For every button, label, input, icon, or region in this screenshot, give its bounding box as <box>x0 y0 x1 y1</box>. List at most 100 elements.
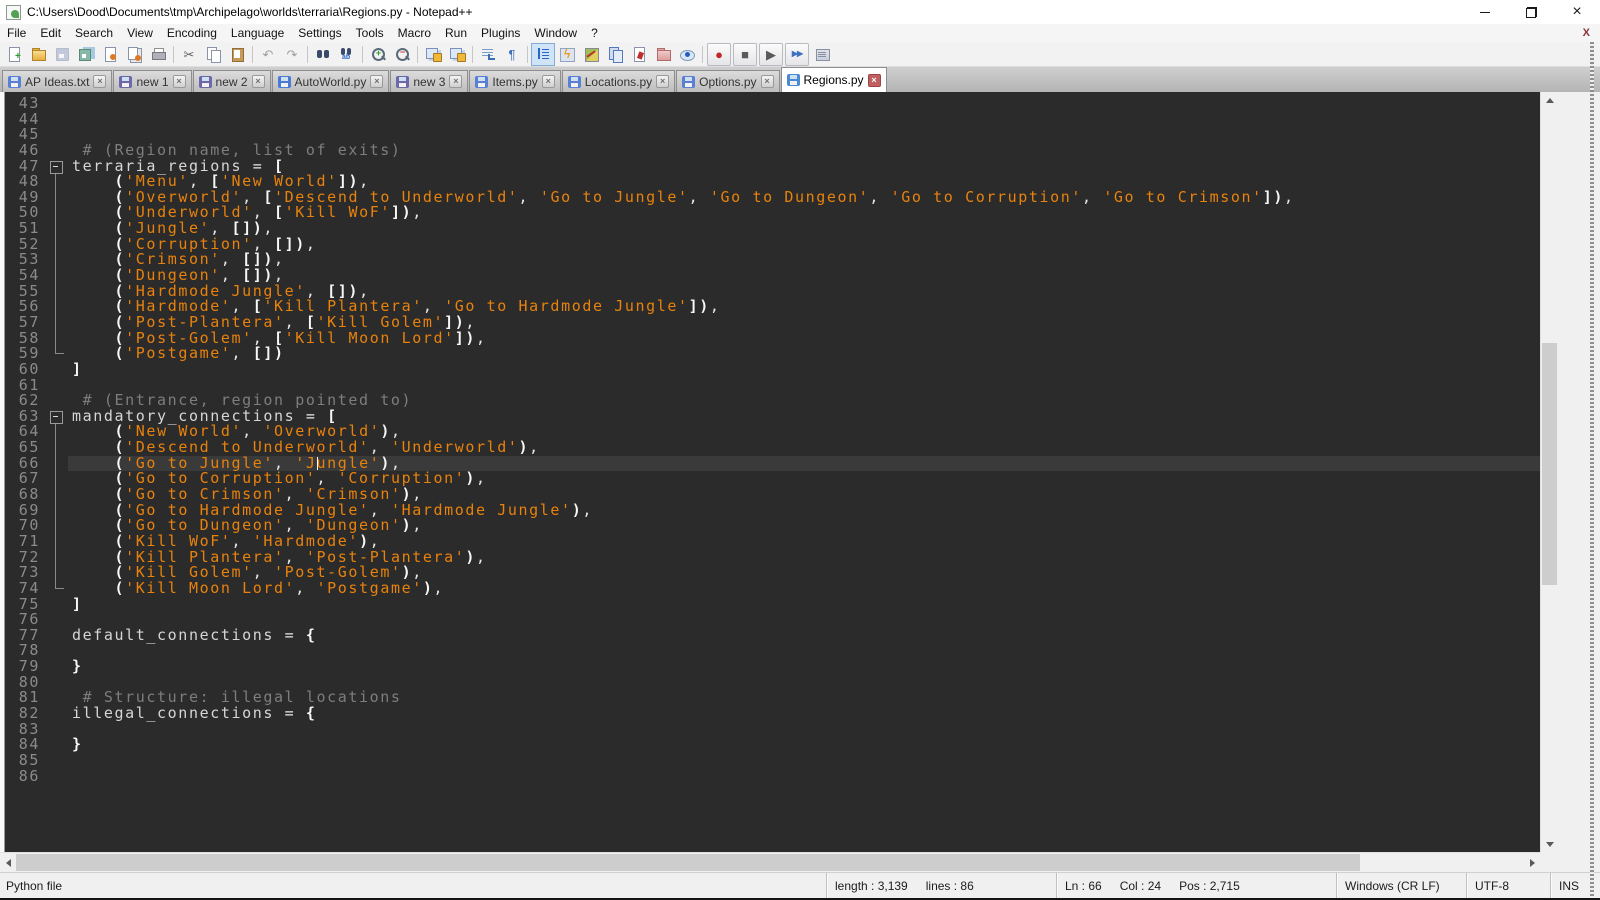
tab-items-py[interactable]: Items.py× <box>469 70 560 92</box>
tab-new-1[interactable]: new 1× <box>113 70 191 92</box>
menu-window[interactable]: Window <box>527 26 584 40</box>
undo-button[interactable]: ↶ <box>256 43 280 66</box>
zoom-in-button[interactable] <box>366 43 390 66</box>
close-all-button[interactable] <box>122 43 146 66</box>
tab-close-button[interactable]: × <box>868 74 881 87</box>
file-icon <box>475 76 488 88</box>
status-insert-mode[interactable]: INS <box>1550 873 1600 898</box>
sync-horizontal-scrolling-button[interactable] <box>445 43 469 66</box>
cut-button[interactable]: ✂ <box>177 43 201 66</box>
scroll-right-button[interactable] <box>1524 853 1540 873</box>
status-encoding[interactable]: UTF-8 <box>1466 873 1550 898</box>
horizontal-scrollbar-thumb[interactable] <box>16 854 1360 871</box>
menu-language[interactable]: Language <box>224 26 291 40</box>
tab-locations-py[interactable]: Locations.py × <box>562 70 675 92</box>
restore-button[interactable] <box>1508 0 1554 24</box>
function-list-panel-button[interactable] <box>627 43 651 66</box>
status-eol-format[interactable]: Windows (CR LF) <box>1336 873 1466 898</box>
folder-as-workspace-button[interactable] <box>651 43 675 66</box>
redo-button[interactable]: ↷ <box>280 43 304 66</box>
menu-plugins[interactable]: Plugins <box>474 26 527 40</box>
word-wrap-button[interactable] <box>476 43 500 66</box>
vertical-scrollbar-thumb[interactable] <box>1542 343 1557 585</box>
document-list-button[interactable] <box>603 43 627 66</box>
fold-margin <box>44 675 68 691</box>
code-line: 75] <box>5 597 1540 613</box>
fold-margin <box>44 565 68 581</box>
tab-close-button[interactable]: × <box>173 75 186 88</box>
tab-close-button[interactable]: × <box>93 75 106 88</box>
macro-play-button[interactable]: ▶ <box>759 43 783 66</box>
new-file-button[interactable] <box>2 43 26 66</box>
tab-close-button[interactable]: × <box>761 75 774 88</box>
close-icon: × <box>1572 4 1581 20</box>
code-text: ('Kill Moon Lord', 'Postgame'), <box>68 581 1540 597</box>
open-file-button[interactable] <box>26 43 50 66</box>
menu-tools[interactable]: Tools <box>349 26 391 40</box>
tab-close-button[interactable]: × <box>542 75 555 88</box>
menu-edit[interactable]: Edit <box>33 26 68 40</box>
document-monitor-button[interactable] <box>675 43 699 66</box>
close-button[interactable]: × <box>1554 0 1600 24</box>
menu-view[interactable]: View <box>120 26 160 40</box>
close-file-button[interactable] <box>98 43 122 66</box>
tab-ap-ideas-txt[interactable]: AP Ideas.txt× <box>2 70 112 92</box>
scroll-left-button[interactable] <box>0 853 16 873</box>
zoom-out-button[interactable] <box>390 43 414 66</box>
save-all-icon <box>78 46 94 62</box>
replace-button[interactable] <box>335 43 359 66</box>
menu-search[interactable]: Search <box>68 26 120 40</box>
find-button[interactable] <box>311 43 335 66</box>
tab-regions-py[interactable]: Regions.py× <box>781 67 887 92</box>
paste-icon <box>229 46 245 62</box>
toolbar-separator <box>527 46 528 63</box>
menu-file[interactable]: File <box>0 26 33 40</box>
status-position-section: Ln : 66 Col : 24 Pos : 2,715 <box>1056 873 1336 898</box>
sync-vertical-scrolling-icon <box>425 46 441 62</box>
sync-vertical-scrolling-button[interactable] <box>421 43 445 66</box>
tab-options-py[interactable]: Options.py× <box>676 70 779 92</box>
minimize-button[interactable] <box>1462 0 1508 24</box>
paste-button[interactable] <box>225 43 249 66</box>
tab-autoworld-py[interactable]: AutoWorld.py× <box>272 70 390 92</box>
macro-record-button[interactable]: ● <box>707 43 731 66</box>
menu-run[interactable]: Run <box>438 26 474 40</box>
copy-button[interactable] <box>201 43 225 66</box>
macro-stop-button[interactable]: ■ <box>733 43 757 66</box>
tab-label: Locations.py <box>585 75 652 89</box>
menu-macro[interactable]: Macro <box>391 26 438 40</box>
save-all-button[interactable] <box>74 43 98 66</box>
scroll-right-icon <box>1530 859 1535 867</box>
show-indent-guide-button[interactable] <box>531 43 555 66</box>
horizontal-scrollbar[interactable] <box>0 852 1540 872</box>
show-all-characters-button[interactable]: ¶ <box>500 43 524 66</box>
editor[interactable]: 43444546 # (Region name, list of exits)4… <box>0 92 1600 852</box>
save-file-button[interactable] <box>50 43 74 66</box>
function-list-button[interactable] <box>555 43 579 66</box>
tab-close-button[interactable]: × <box>370 75 383 88</box>
zoom-out-icon <box>394 46 410 62</box>
menu-settings[interactable]: Settings <box>291 26 348 40</box>
tab-close-button[interactable]: × <box>449 75 462 88</box>
tab-new-2[interactable]: new 2× <box>193 70 271 92</box>
fold-toggle[interactable] <box>44 159 68 175</box>
print-button[interactable] <box>146 43 170 66</box>
tab-close-button[interactable]: × <box>656 75 669 88</box>
title-bar: C:\Users\Dood\Documents\tmp\Archipelago\… <box>0 0 1600 24</box>
editor-code[interactable]: 43444546 # (Region name, list of exits)4… <box>5 92 1540 852</box>
vertical-scrollbar[interactable] <box>1540 92 1558 852</box>
scroll-up-button[interactable] <box>1541 92 1559 108</box>
close-document-x-button[interactable]: X <box>1583 27 1590 39</box>
macro-save-button[interactable] <box>810 43 834 66</box>
tab-close-button[interactable]: × <box>252 75 265 88</box>
menu-help[interactable]: ? <box>584 26 605 40</box>
menu-encoding[interactable]: Encoding <box>160 26 224 40</box>
document-map-button[interactable] <box>579 43 603 66</box>
fold-toggle[interactable] <box>44 409 68 425</box>
tab-new-3[interactable]: new 3× <box>390 70 468 92</box>
fold-margin <box>44 174 68 190</box>
fold-margin <box>44 96 68 112</box>
macro-run-multiple-button[interactable]: ▶▶ <box>785 43 809 66</box>
fold-margin <box>44 518 68 534</box>
scroll-down-button[interactable] <box>1541 836 1559 852</box>
